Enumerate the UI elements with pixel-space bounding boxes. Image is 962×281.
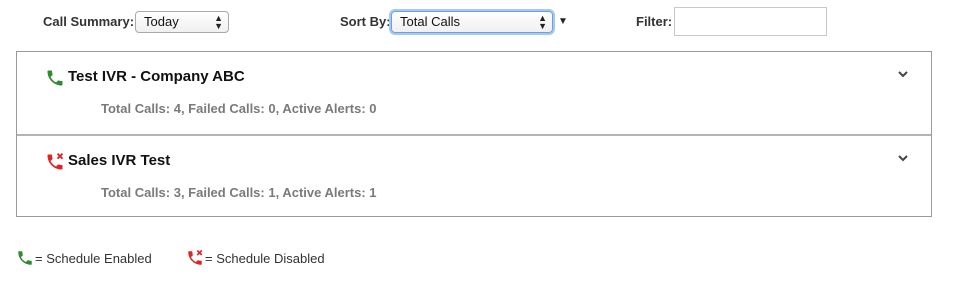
call-summary-label: Call Summary:	[43, 14, 135, 29]
filter-input[interactable]	[674, 7, 827, 36]
phone-enabled-icon	[47, 70, 63, 86]
legend-disabled-label: = Schedule Disabled	[205, 250, 325, 266]
sort-by-value: Total Calls	[400, 14, 460, 29]
chevron-down-icon[interactable]	[897, 68, 909, 80]
select-arrows-icon: ▲ ▼	[538, 13, 547, 31]
filter-label: Filter:	[636, 14, 673, 29]
phone-enabled-icon	[18, 251, 32, 265]
call-summary-select[interactable]: Today ▲ ▼	[135, 11, 229, 33]
legend-enabled: = Schedule Enabled	[16, 249, 152, 267]
select-arrows-icon: ▲ ▼	[214, 13, 223, 31]
sort-direction-caret-icon[interactable]: ▼	[558, 16, 568, 27]
phone-disabled-icon	[188, 249, 203, 265]
ivr-panel[interactable]: Test IVR - Company ABC Total Calls: 4, F…	[17, 52, 931, 134]
ivr-panel-title: Test IVR - Company ABC	[68, 68, 245, 85]
phone-disabled-icon	[47, 153, 64, 170]
ivr-panel-stats: Total Calls: 3, Failed Calls: 1, Active …	[101, 185, 377, 200]
legend-enabled-label: = Schedule Enabled	[35, 250, 152, 266]
legend-disabled: = Schedule Disabled	[186, 249, 325, 267]
ivr-panel-stats: Total Calls: 4, Failed Calls: 0, Active …	[101, 101, 377, 116]
call-summary-page: Call Summary: Today ▲ ▼ Sort By: Total Ca…	[0, 0, 962, 281]
sort-by-label: Sort By:	[340, 14, 391, 29]
ivr-panel-title: Sales IVR Test	[68, 152, 171, 169]
chevron-down-icon[interactable]	[897, 152, 909, 164]
ivr-panel-list: Test IVR - Company ABC Total Calls: 4, F…	[16, 51, 932, 217]
sort-by-select[interactable]: Total Calls ▲ ▼	[391, 11, 553, 33]
ivr-panel[interactable]: Sales IVR Test Total Calls: 3, Failed Ca…	[17, 134, 931, 216]
call-summary-value: Today	[144, 14, 179, 29]
